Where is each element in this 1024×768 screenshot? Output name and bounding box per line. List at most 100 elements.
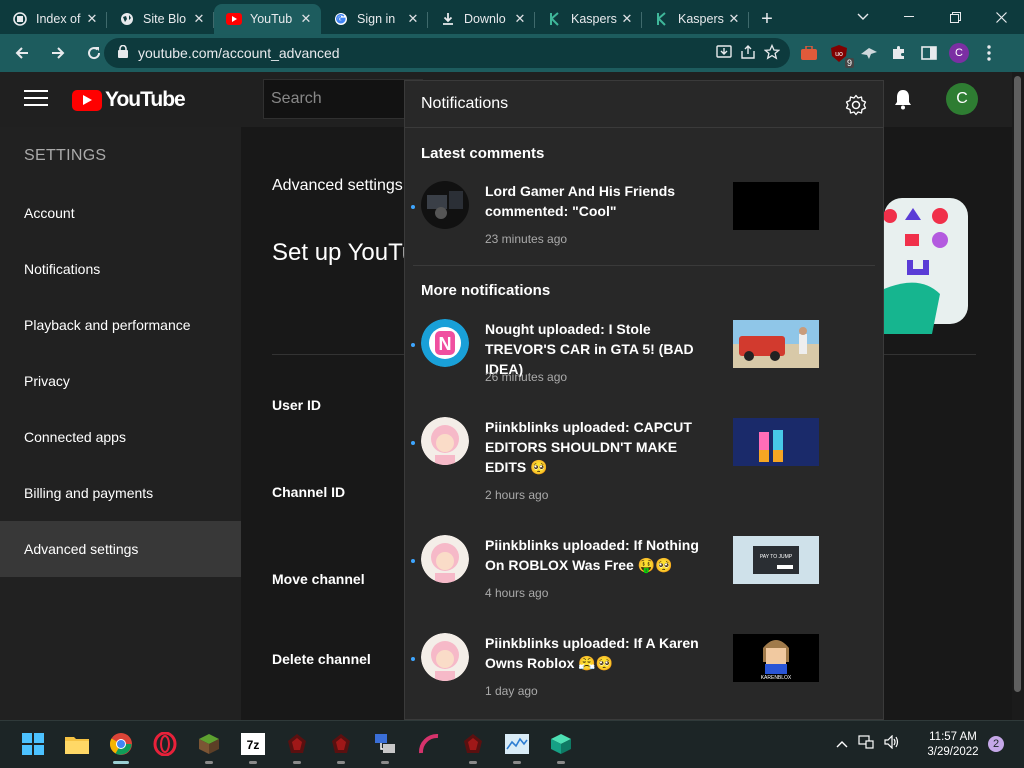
3d-cube-app-icon[interactable] xyxy=(548,731,574,757)
hamburger-menu-icon[interactable] xyxy=(24,90,48,108)
app-indicator xyxy=(205,761,213,764)
search-input[interactable]: Search xyxy=(263,79,423,119)
account-avatar[interactable]: C xyxy=(946,83,978,115)
gear-icon[interactable] xyxy=(845,94,867,121)
kaspersky-icon xyxy=(547,11,563,27)
notification-time: 4 hours ago xyxy=(485,586,549,600)
extension-briefcase-icon[interactable] xyxy=(798,42,820,64)
browser-menu-kebab-icon[interactable] xyxy=(978,42,1000,64)
7zip-icon[interactable]: 7z xyxy=(240,731,266,757)
globe-icon xyxy=(119,11,135,27)
tab-kaspersky-2[interactable]: Kaspers ✕ xyxy=(642,4,749,34)
resource-monitor-icon[interactable] xyxy=(504,731,530,757)
notification-time: 23 minutes ago xyxy=(485,232,568,246)
youtube-logo[interactable]: YouTube xyxy=(72,88,186,112)
app-indicator xyxy=(469,761,477,764)
lock-icon xyxy=(118,44,128,61)
file-explorer-icon[interactable] xyxy=(64,731,90,757)
sidebar-item-playback[interactable]: Playback and performance xyxy=(0,297,241,353)
field-move-channel[interactable]: Move channel xyxy=(272,571,365,587)
field-delete-channel[interactable]: Delete channel xyxy=(272,651,371,667)
sidebar-item-connected-apps[interactable]: Connected apps xyxy=(0,409,241,465)
windows-start-icon[interactable] xyxy=(20,731,46,757)
volume-icon[interactable] xyxy=(884,734,900,752)
tab-title: Kaspers xyxy=(678,12,724,26)
game-launcher-icon[interactable] xyxy=(460,731,486,757)
address-bar[interactable]: youtube.com/account_advanced xyxy=(104,38,790,68)
new-tab-button[interactable]: + xyxy=(749,4,785,34)
restore-button[interactable] xyxy=(932,0,978,34)
tab-sign-in[interactable]: Sign in ✕ xyxy=(321,4,428,34)
share-icon[interactable] xyxy=(740,44,756,63)
extensions-puzzle-icon[interactable] xyxy=(888,42,910,64)
game-launcher-icon[interactable] xyxy=(284,731,310,757)
sidebar-item-advanced-settings[interactable]: Advanced settings xyxy=(0,521,241,577)
notification-center-badge[interactable]: 2 xyxy=(988,736,1004,752)
tab-site-blocked[interactable]: Site Blo ✕ xyxy=(107,4,214,34)
side-panel-icon[interactable] xyxy=(918,42,940,64)
notification-text: Piinkblinks uploaded: CAPCUT EDITORS SHO… xyxy=(485,419,692,475)
close-icon[interactable]: ✕ xyxy=(620,11,634,27)
browser-profile-button[interactable]: C xyxy=(948,42,970,64)
section-divider xyxy=(413,265,875,266)
close-icon[interactable]: ✕ xyxy=(85,11,99,27)
tab-title: YouTub xyxy=(250,12,293,26)
close-icon[interactable]: ✕ xyxy=(192,11,206,27)
ublock-origin-icon[interactable]: uo 9 xyxy=(828,42,854,68)
chevron-up-icon[interactable] xyxy=(836,736,848,751)
thumbnail-text: KARENBLOX xyxy=(761,675,792,681)
youtube-wordmark: YouTube xyxy=(105,88,186,111)
tab-title: Kaspers xyxy=(571,12,617,26)
sidebar-item-billing[interactable]: Billing and payments xyxy=(0,465,241,521)
tab-youtube[interactable]: YouTub ✕ xyxy=(214,4,321,34)
bell-icon[interactable] xyxy=(892,88,914,115)
install-app-icon[interactable] xyxy=(716,44,732,63)
tab-kaspersky-1[interactable]: Kaspers ✕ xyxy=(535,4,642,34)
close-icon[interactable]: ✕ xyxy=(406,11,420,27)
tab-search-chevron-icon[interactable] xyxy=(840,0,886,34)
tab-index-of[interactable]: Index of ✕ xyxy=(0,4,107,34)
latest-comments-heading: Latest comments xyxy=(421,145,545,162)
close-icon[interactable]: ✕ xyxy=(299,11,313,27)
download-icon xyxy=(440,11,456,27)
back-arrow-icon[interactable] xyxy=(6,37,38,69)
chrome-icon[interactable] xyxy=(108,731,134,757)
unread-dot xyxy=(411,205,415,209)
close-window-button[interactable] xyxy=(978,0,1024,34)
tab-title: Sign in xyxy=(357,12,396,26)
app-indicator xyxy=(249,761,257,764)
extension-bird-icon[interactable] xyxy=(858,42,880,64)
bookmark-star-icon[interactable] xyxy=(763,43,781,63)
tab-download[interactable]: Downlo ✕ xyxy=(428,4,535,34)
sidebar-item-account[interactable]: Account xyxy=(0,185,241,241)
notifications-title: Notifications xyxy=(421,95,509,112)
settings-sidebar: SETTINGS Account Notifications Playback … xyxy=(0,127,241,720)
close-icon[interactable]: ✕ xyxy=(727,11,741,27)
windows-taskbar: 7z 11:57 AM 3/29/2022 2 xyxy=(0,720,1024,768)
sidebar-item-notifications[interactable]: Notifications xyxy=(0,241,241,297)
field-channel-id: Channel ID xyxy=(272,484,346,500)
url-text: youtube.com/account_advanced xyxy=(138,45,340,61)
network-tool-icon[interactable] xyxy=(372,731,398,757)
video-thumbnail xyxy=(733,182,819,230)
opera-icon[interactable] xyxy=(152,731,178,757)
taskbar-clock[interactable]: 11:57 AM 3/29/2022 xyxy=(920,730,986,760)
arc-app-icon[interactable] xyxy=(416,731,442,757)
extension-badge-count: 9 xyxy=(844,58,854,68)
server-icon xyxy=(12,11,28,27)
network-icon[interactable] xyxy=(858,735,874,752)
minimize-button[interactable] xyxy=(886,0,932,34)
unread-dot xyxy=(411,559,415,563)
notification-text: Piinkblinks uploaded: If Nothing On ROBL… xyxy=(485,537,699,573)
app-indicator xyxy=(513,761,521,764)
minecraft-icon[interactable] xyxy=(196,731,222,757)
close-icon[interactable]: ✕ xyxy=(513,11,527,27)
game-launcher-icon[interactable] xyxy=(328,731,354,757)
avatar xyxy=(421,417,469,465)
notification-text: Piinkblinks uploaded: If A Karen Owns Ro… xyxy=(485,635,699,671)
sidebar-item-privacy[interactable]: Privacy xyxy=(0,353,241,409)
unread-dot xyxy=(411,657,415,661)
page-scrollbar-thumb[interactable] xyxy=(1014,76,1021,692)
svg-text:uo: uo xyxy=(835,51,843,58)
forward-arrow-icon[interactable] xyxy=(42,37,74,69)
